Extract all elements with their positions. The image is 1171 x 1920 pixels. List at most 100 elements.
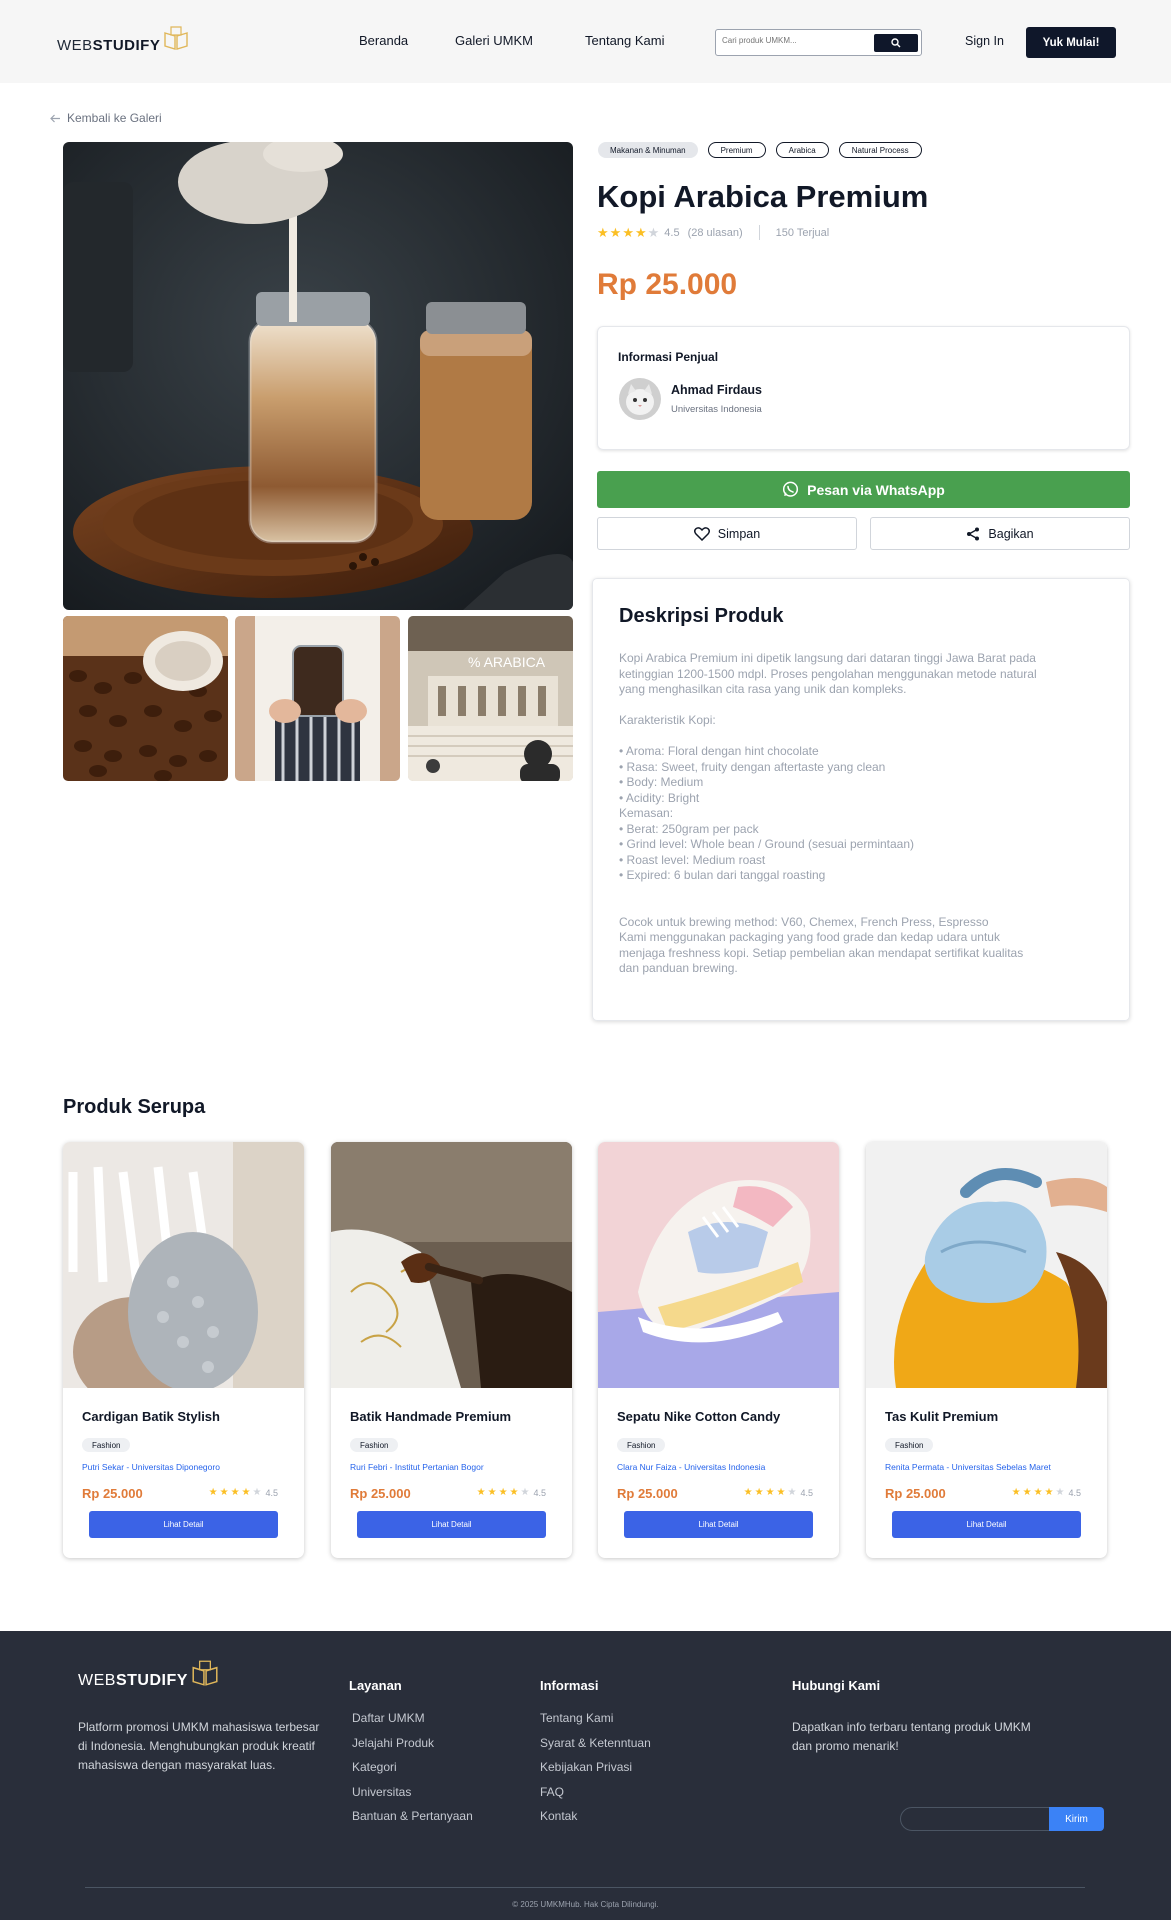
brand-logo[interactable]: WEB STUDIFY: [57, 24, 190, 54]
footer-info-list: Tentang Kami Syarat & Ketenntuan Kebijak…: [540, 1711, 651, 1834]
seller-university: Universitas Indonesia: [671, 404, 762, 415]
search-button[interactable]: [874, 34, 918, 52]
description-line: • Rasa: Sweet, fruity dengan aftertaste …: [619, 759, 886, 774]
brand-web: WEB: [57, 37, 93, 54]
product-card-seller[interactable]: Renita Permata - Universitas Sebelas Mar…: [885, 1462, 1051, 1472]
star-icon: ★: [241, 1487, 251, 1498]
product-card[interactable]: Cardigan Batik Stylish Fashion Putri Sek…: [63, 1142, 304, 1558]
footer-link[interactable]: Jelajahi Produk: [352, 1736, 473, 1761]
description-line: Kemasan:: [619, 806, 674, 820]
product-card-rating-value: 4.5: [265, 1488, 278, 1498]
seller-heading: Informasi Penjual: [618, 350, 719, 364]
seller-name[interactable]: Ahmad Firdaus: [671, 383, 762, 397]
product-card-price: Rp 25.000: [350, 1486, 411, 1501]
description-line: Kami menggunakan packaging yang food gra…: [619, 930, 1000, 944]
footer-link[interactable]: Bantuan & Pertanyaan: [352, 1809, 473, 1834]
similar-products-title: Produk Serupa: [63, 1096, 206, 1118]
view-detail-button[interactable]: Lihat Detail: [624, 1511, 813, 1538]
back-to-gallery-link[interactable]: Kembali ke Galeri: [50, 111, 162, 125]
description-line: menjaga freshness kopi. Setiap pembelian…: [619, 945, 1024, 960]
star-icon: ★: [743, 1487, 753, 1498]
product-main-image[interactable]: [63, 142, 573, 610]
newsletter-email-input[interactable]: [900, 1807, 1050, 1831]
footer-contact-title: Hubungi Kami: [792, 1678, 881, 1693]
nav-link-beranda[interactable]: Beranda: [359, 33, 408, 48]
footer-copyright: © 2025 UMKMHub. Hak Cipta Dilindungi.: [512, 1900, 659, 1909]
nav-link-galeri-umkm[interactable]: Galeri UMKM: [455, 33, 533, 48]
product-card-price: Rp 25.000: [82, 1486, 143, 1501]
product-card-name[interactable]: Batik Handmade Premium: [350, 1409, 511, 1424]
footer-about: Platform promosi UMKM mahasiswa terbesar…: [78, 1720, 320, 1772]
star-icon: ★: [1022, 1487, 1032, 1498]
sign-in-link[interactable]: Sign In: [965, 34, 1004, 48]
search-input[interactable]: [722, 36, 872, 45]
star-icon: ★: [787, 1487, 797, 1498]
star-icon: ★: [597, 225, 609, 240]
footer-link[interactable]: Kategori: [352, 1760, 473, 1785]
footer-link[interactable]: FAQ: [540, 1785, 651, 1810]
share-button[interactable]: Bagikan: [870, 517, 1130, 550]
footer-link[interactable]: Kontak: [540, 1809, 651, 1834]
description-line: [619, 729, 1089, 745]
product-card-seller[interactable]: Ruri Febri - Institut Pertanian Bogor: [350, 1462, 484, 1472]
product-thumbnail-2[interactable]: [235, 616, 400, 781]
product-card-image[interactable]: [63, 1142, 304, 1407]
footer-newsletter-text: Dapatkan info terbaru tentang produk UMK…: [792, 1720, 1031, 1753]
newsletter-submit-button[interactable]: Kirim: [1049, 1807, 1104, 1831]
star-icon: ★: [487, 1487, 497, 1498]
tag-category[interactable]: Makanan & Minuman: [598, 142, 698, 158]
product-card-price: Rp 25.000: [617, 1486, 678, 1501]
product-thumbnail-3[interactable]: % ARABICA: [408, 616, 573, 781]
tag-arabica[interactable]: Arabica: [775, 142, 829, 158]
footer-link[interactable]: Syarat & Ketenntuan: [540, 1736, 651, 1761]
description-line: • Acidity: Bright: [619, 790, 700, 805]
star-icon: ★: [634, 225, 647, 240]
review-count[interactable]: (28 ulasan): [688, 227, 743, 239]
product-card-name[interactable]: Sepatu Nike Cotton Candy: [617, 1409, 780, 1424]
description-line: • Berat: 250gram per pack: [619, 821, 759, 836]
brand-studify: STUDIFY: [92, 37, 161, 54]
book-logo-icon: [192, 1660, 218, 1686]
product-card-name[interactable]: Cardigan Batik Stylish: [82, 1409, 220, 1424]
description-line: [619, 698, 1089, 714]
product-card-name[interactable]: Tas Kulit Premium: [885, 1409, 998, 1424]
nav-link-tentang-kami[interactable]: Tentang Kami: [585, 33, 665, 48]
back-link-label: Kembali ke Galeri: [67, 111, 162, 125]
product-card-rating-value: 4.5: [533, 1488, 546, 1498]
seller-avatar[interactable]: [619, 378, 661, 420]
product-card-rating-value: 4.5: [1068, 1488, 1081, 1498]
footer-link[interactable]: Kebijakan Privasi: [540, 1760, 651, 1785]
view-detail-button[interactable]: Lihat Detail: [892, 1511, 1081, 1538]
view-detail-button[interactable]: Lihat Detail: [357, 1511, 546, 1538]
description-line: • Body: Medium: [619, 775, 704, 789]
product-card-image[interactable]: [866, 1142, 1107, 1388]
product-card[interactable]: Sepatu Nike Cotton Candy Fashion Clara N…: [598, 1142, 839, 1558]
share-button-label: Bagikan: [988, 526, 1034, 541]
footer-brand-logo[interactable]: WEB STUDIFY: [78, 1658, 220, 1690]
yuk-mulai-button[interactable]: Yuk Mulai!: [1026, 27, 1116, 58]
tag-premium[interactable]: Premium: [707, 142, 766, 158]
description-line: • Roast level: Medium roast: [619, 852, 766, 867]
product-thumbnail-1[interactable]: [63, 616, 228, 781]
product-title: Kopi Arabica Premium: [597, 179, 929, 214]
product-card-category: Fashion: [617, 1438, 666, 1452]
rating-stars: ★ ★ ★ ★ ★: [597, 226, 659, 239]
description-line: [619, 899, 1089, 915]
save-button[interactable]: Simpan: [597, 517, 857, 550]
product-card-rating: ★ ★ ★ ★ ★ 4.5: [743, 1487, 813, 1499]
view-detail-button[interactable]: Lihat Detail: [89, 1511, 278, 1538]
product-card-seller[interactable]: Clara Nur Faiza - Universitas Indonesia: [617, 1462, 765, 1472]
product-card-seller[interactable]: Putri Sekar - Universitas Diponegoro: [82, 1462, 220, 1472]
footer-link[interactable]: Tentang Kami: [540, 1711, 651, 1736]
product-card-image[interactable]: [331, 1142, 572, 1388]
tag-natural-process[interactable]: Natural Process: [838, 142, 922, 158]
product-card-image[interactable]: [598, 1142, 839, 1388]
product-card[interactable]: Batik Handmade Premium Fashion Ruri Febr…: [331, 1142, 572, 1558]
search-box: [715, 29, 922, 56]
star-icon: ★: [1011, 1487, 1021, 1498]
footer-link[interactable]: Daftar UMKM: [352, 1711, 473, 1736]
whatsapp-order-button[interactable]: Pesan via WhatsApp: [597, 471, 1130, 508]
search-icon: [891, 38, 901, 48]
product-card[interactable]: Tas Kulit Premium Fashion Renita Permata…: [866, 1142, 1107, 1558]
footer-link[interactable]: Universitas: [352, 1785, 473, 1810]
